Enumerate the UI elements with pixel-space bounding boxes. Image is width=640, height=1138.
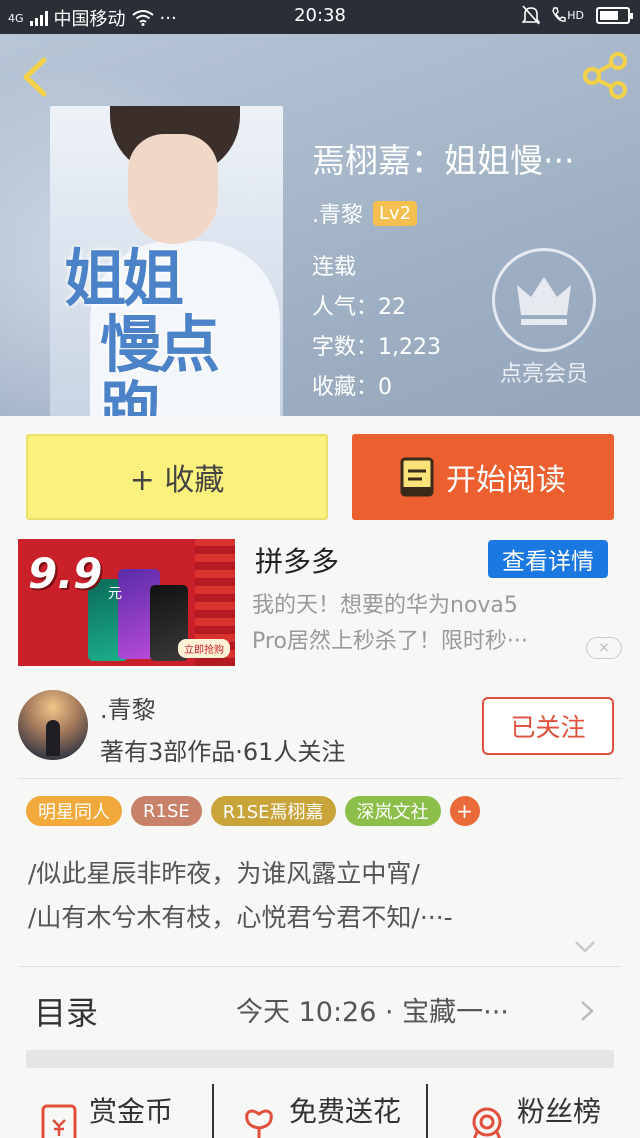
popularity: 人气：22 — [312, 289, 406, 321]
divider — [18, 778, 622, 779]
ad-image[interactable]: 9.9 元 立即抢购 — [18, 539, 235, 666]
word-count: 字数：1,223 — [312, 329, 441, 361]
ad-price: 9.9 — [28, 549, 103, 598]
mute-bell-icon — [522, 5, 541, 25]
chevron-right-icon — [581, 1001, 594, 1021]
ad-details-button[interactable]: 查看详情 — [488, 540, 608, 578]
author-avatar[interactable] — [18, 690, 88, 760]
tag-item[interactable]: 明星同人 — [26, 796, 122, 826]
level-badge: Lv2 — [373, 200, 418, 226]
back-button[interactable] — [14, 54, 54, 100]
cover-title-line1: 姐姐 — [64, 242, 184, 315]
popularity-value: 22 — [378, 295, 407, 320]
author-section-name[interactable]: .青黎 — [100, 690, 156, 725]
favorites-label: 收藏： — [312, 375, 379, 400]
word-count-label: 字数： — [312, 335, 379, 360]
status-bar: 4G 中国移动 ··· 20:38 HD — [0, 0, 640, 34]
favorites-value: 0 — [378, 375, 393, 400]
red-envelope-icon — [41, 1104, 77, 1138]
vip-crown-icon[interactable] — [492, 248, 596, 352]
author-stats: 著有3部作品·61人关注 — [100, 738, 346, 766]
fan-ranking-button[interactable]: 粉丝榜 — [428, 1084, 640, 1138]
battery-icon — [596, 6, 633, 24]
author-row: .青黎 Lv2 — [312, 197, 418, 229]
ad-buy-now: 立即抢购 — [178, 639, 230, 658]
cover-title-line2: 慢点跑 — [100, 308, 220, 417]
start-reading-label: 开始阅读 — [446, 463, 566, 498]
table-of-contents-row[interactable]: 目录 今天 10:26 · 宝藏一··· — [0, 968, 640, 1048]
tag-list: 明星同人 R1SE R1SE焉栩嘉 深岚文社 + — [26, 796, 480, 826]
book-header: 姐姐 慢点跑 焉栩嘉：姐姐慢··· .青黎 Lv2 连载 人气：22 字数：1,… — [0, 34, 640, 416]
author-name[interactable]: .青黎 — [312, 197, 363, 229]
synopsis-line2: /山有木兮木有枝，心悦君兮君不知/···- — [28, 903, 453, 932]
ad-description[interactable]: 我的天！想要的华为nova5 Pro居然上秒杀了！限时秒··· — [252, 588, 592, 660]
toc-label: 目录 — [34, 994, 99, 1032]
reward-coins-button[interactable]: 赏金币 — [0, 1084, 214, 1138]
word-count-value: 1,223 — [378, 335, 441, 360]
share-icon[interactable] — [580, 50, 630, 100]
collect-button[interactable]: + 收藏 — [26, 434, 328, 520]
book-title: 焉栩嘉：姐姐慢··· — [312, 141, 575, 180]
ad-price-unit: 元 — [108, 586, 122, 602]
latest-chapter: 今天 10:26 · 宝藏一··· — [236, 997, 509, 1028]
bottom-actions: 赏金币 免费送花 粉丝榜 — [0, 1084, 640, 1138]
free-flowers-label: 免费送花 — [288, 1095, 401, 1128]
book-cover[interactable]: 姐姐 慢点跑 — [50, 106, 283, 416]
flower-icon — [245, 1109, 273, 1138]
hd-call-icon: HD — [552, 7, 584, 23]
medal-icon — [472, 1107, 502, 1138]
synopsis-line1: /似此星辰非昨夜，为谁风露立中宵/ — [28, 859, 420, 888]
synopsis[interactable]: /似此星辰非昨夜，为谁风露立中宵/ /山有木兮木有枝，心悦君兮君不知/···- — [28, 852, 618, 940]
book-icon — [400, 457, 434, 497]
vip-label[interactable]: 点亮会员 — [492, 356, 596, 388]
start-reading-button[interactable]: 开始阅读 — [352, 434, 614, 520]
tag-item[interactable]: R1SE — [131, 796, 202, 826]
favorites: 收藏：0 — [312, 369, 392, 401]
add-tag-button[interactable]: + — [449, 796, 480, 826]
tag-item[interactable]: R1SE焉栩嘉 — [210, 796, 336, 826]
ad-desc-line2: Pro居然上秒杀了！限时秒··· — [252, 629, 528, 654]
tag-item[interactable]: 深岚文社 — [344, 796, 441, 826]
popularity-label: 人气： — [312, 295, 379, 320]
hd-label: HD — [567, 8, 584, 22]
follow-button[interactable]: 已关注 — [482, 697, 614, 755]
ad-desc-line1: 我的天！想要的华为nova5 — [252, 593, 518, 618]
fan-ranking-label: 粉丝榜 — [516, 1095, 601, 1128]
section-separator — [26, 1050, 614, 1068]
divider — [18, 966, 622, 967]
ad-brand: 拼多多 — [255, 545, 340, 578]
free-flowers-button[interactable]: 免费送花 — [214, 1084, 428, 1138]
cover-title-art: 姐姐 慢点跑 — [64, 246, 264, 417]
ad-close-button[interactable]: × — [586, 637, 622, 659]
chevron-down-icon[interactable] — [574, 940, 596, 954]
reward-coins-label: 赏金币 — [88, 1095, 173, 1128]
serial-status: 连载 — [312, 255, 357, 280]
